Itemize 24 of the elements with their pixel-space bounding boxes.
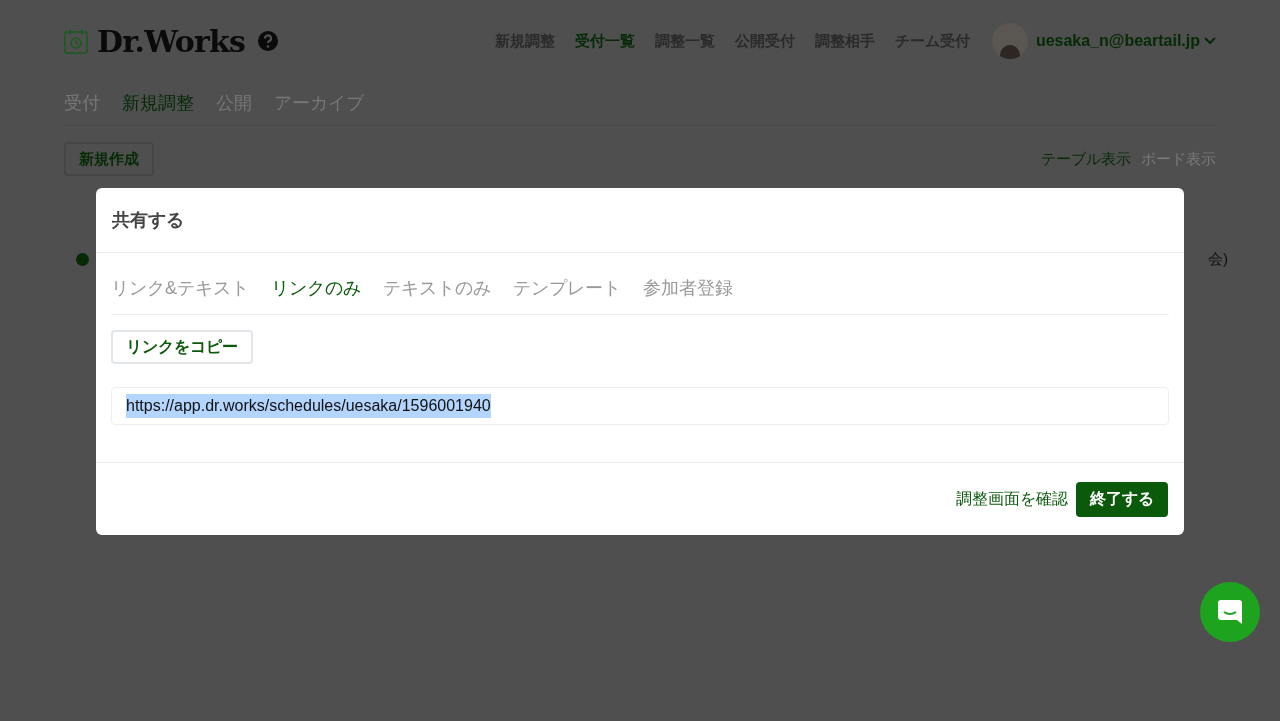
logo-text: Dr.Works [97, 22, 246, 61]
copy-link-button[interactable]: リンクをコピー [111, 330, 253, 364]
finish-button[interactable]: 終了する [1076, 481, 1168, 517]
nav-link[interactable]: 受付一覧 [574, 29, 635, 53]
chat-button[interactable] [1200, 582, 1260, 642]
row-text: 会) [1208, 249, 1228, 269]
confirm-link[interactable]: 調整画面を確認 [956, 487, 1068, 511]
tab[interactable]: リンク&テキスト [111, 275, 249, 302]
new-button[interactable]: 新規作成 [64, 142, 154, 176]
url-field[interactable]: https://app.dr.works/schedules/uesaka/1596001940 [111, 387, 1169, 425]
help-icon[interactable] [257, 30, 280, 52]
chevron-down-icon[interactable] [1204, 37, 1216, 45]
chat-icon [1216, 598, 1244, 626]
tab[interactable]: テキストのみ [383, 275, 491, 302]
user-email[interactable]: uesaka_n@beartail.jp [1035, 29, 1200, 53]
calendar-icon [64, 28, 88, 54]
tab[interactable]: 参加者登録 [643, 275, 733, 302]
avatar[interactable] [991, 23, 1028, 59]
tab[interactable]: 新規調整 [122, 90, 194, 117]
url-text: https://app.dr.works/schedules/uesaka/1596001940 [126, 394, 491, 418]
view-toggle[interactable]: テーブル表示 [1041, 147, 1131, 171]
dialog-title: 共有する [112, 208, 184, 232]
tab[interactable]: リンクのみ [271, 275, 361, 302]
tab[interactable]: テンプレート [513, 275, 621, 302]
